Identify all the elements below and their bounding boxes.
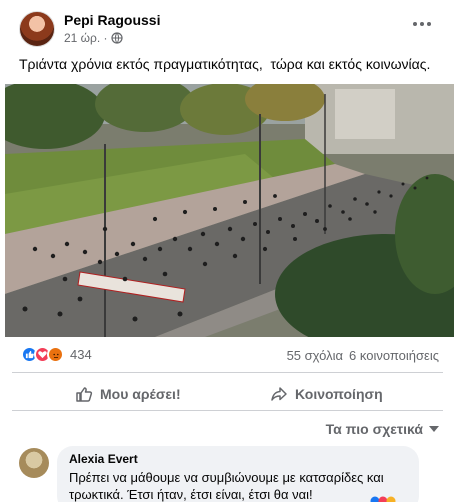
like-button[interactable]: Μου αρέσει!: [75, 378, 181, 410]
post-actions: Μου αρέσει! Κοινοποίηση: [0, 378, 455, 410]
share-icon: [271, 387, 287, 401]
globe-icon: [110, 32, 123, 44]
commenter-name[interactable]: Alexia Evert: [69, 452, 407, 466]
post-time[interactable]: 21 ώρ. ·: [64, 31, 108, 45]
post-photo[interactable]: [5, 84, 454, 337]
share-label: Κοινοποίηση: [295, 386, 383, 402]
author-name[interactable]: Pepi Ragoussi: [64, 12, 160, 28]
caret-down-icon: [429, 426, 439, 432]
comment-sort-dropdown[interactable]: Τα πιο σχετικά: [326, 421, 439, 437]
commenter-avatar[interactable]: [19, 448, 49, 478]
divider: [12, 410, 443, 411]
post-meta: 21 ώρ. ·: [64, 31, 123, 45]
post-header: Pepi Ragoussi 21 ώρ. ·: [0, 0, 455, 52]
comments-count[interactable]: 55 σχόλια: [287, 348, 343, 363]
angry-icon: [47, 346, 64, 363]
comment-reactions-icon[interactable]: [370, 496, 398, 502]
post-stats: 434 55 σχόλια 6 κοινοποιήσεις: [0, 343, 455, 367]
more-options-icon[interactable]: [413, 18, 433, 30]
thumbs-up-icon: [76, 387, 93, 402]
engagement-counts: 55 σχόλια 6 κοινοποιήσεις: [287, 348, 439, 363]
street-march-photo: [5, 84, 454, 337]
comment-text: Πρέπει να μάθουμε να συμβιώνουμε με κατσ…: [69, 470, 384, 502]
reactions-summary[interactable]: 434: [21, 346, 92, 363]
like-label: Μου αρέσει!: [100, 386, 181, 402]
post-card: Pepi Ragoussi 21 ώρ. · Τριάντα χρόνια εκ…: [0, 0, 455, 502]
author-avatar[interactable]: [19, 11, 55, 47]
sort-label: Τα πιο σχετικά: [325, 421, 423, 437]
share-button[interactable]: Κοινοποίηση: [270, 378, 383, 410]
divider: [12, 372, 443, 373]
reaction-count: 434: [70, 347, 92, 362]
post-text: Τριάντα χρόνια εκτός πραγματικότητας, τώ…: [19, 56, 431, 72]
shares-count[interactable]: 6 κοινοποιήσεις: [349, 348, 439, 363]
comment-bubble: Alexia Evert Πρέπει να μάθουμε να συμβιώ…: [57, 446, 419, 502]
